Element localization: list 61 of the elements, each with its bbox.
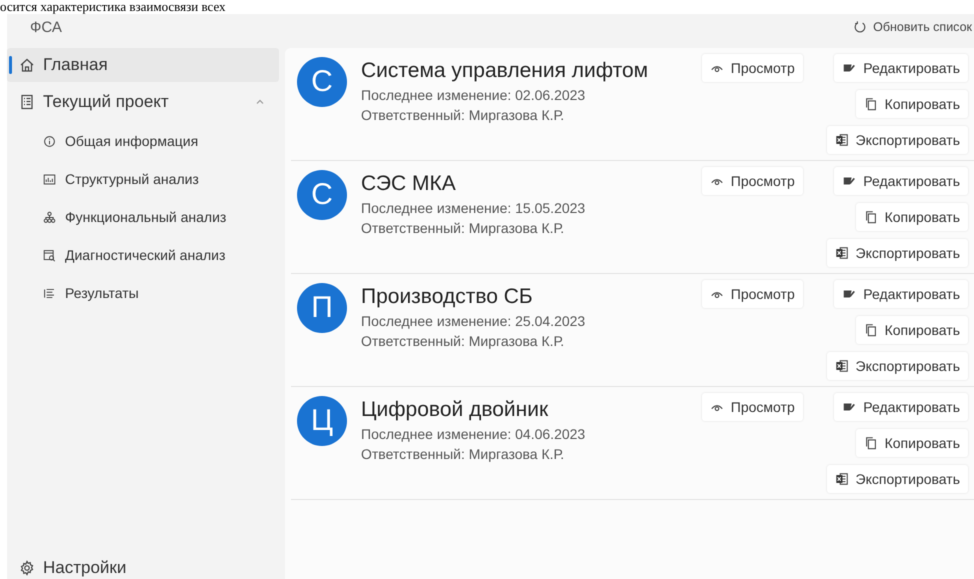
modified-date: Последнее изменение: 02.06.2023 xyxy=(361,87,586,103)
responsible-person: Ответственный: Миргазова К.Р. xyxy=(361,220,566,236)
edit-button[interactable]: Редактировать xyxy=(834,393,968,421)
modified-date: Последнее изменение: 25.04.2023 xyxy=(361,313,586,329)
view-button[interactable]: Просмотр xyxy=(702,54,803,82)
sidebar-subitem[interactable]: Диагностический анализ xyxy=(7,236,279,274)
sidebar-subitem[interactable]: Результаты xyxy=(7,274,279,312)
export-button[interactable]: Экспортировать xyxy=(826,126,968,154)
report-search-icon xyxy=(43,248,56,262)
selection-bar xyxy=(9,56,12,74)
responsible-person: Ответственный: Миргазова К.Р. xyxy=(361,333,566,349)
view-button[interactable]: Просмотр xyxy=(702,393,803,421)
export-button[interactable]: Экспортировать xyxy=(826,352,968,380)
modified-date: Последнее изменение: 04.06.2023 xyxy=(361,426,586,442)
spreadsheet-icon xyxy=(834,246,849,260)
settings-icon xyxy=(19,560,35,576)
spreadsheet-icon xyxy=(834,133,849,147)
responsible-person: Ответственный: Миргазова К.Р. xyxy=(361,107,566,123)
settings-item[interactable]: Настройки xyxy=(7,557,279,579)
sidebar-item[interactable]: Главная xyxy=(7,48,279,82)
copy-icon xyxy=(864,436,878,450)
project-name[interactable]: Производство СБ xyxy=(361,285,686,309)
responsible-person: Ответственный: Миргазова К.Р. xyxy=(361,446,566,462)
view-button[interactable]: Просмотр xyxy=(702,280,803,308)
project-avatar: С xyxy=(297,170,347,220)
refresh-button[interactable]: Обновить список xyxy=(853,20,974,34)
copy-icon xyxy=(864,97,878,111)
copy-button[interactable]: Копировать xyxy=(856,203,968,231)
sidebar-subitem[interactable]: Функциональный анализ xyxy=(7,198,279,236)
edit-button[interactable]: Редактировать xyxy=(834,54,968,82)
project-avatar: С xyxy=(297,57,347,107)
hierarchy-icon xyxy=(43,210,56,224)
copy-icon xyxy=(864,323,878,337)
modified-date: Последнее изменение: 15.05.2023 xyxy=(361,200,586,216)
project-avatar: П xyxy=(297,283,347,333)
edit-button[interactable]: Редактировать xyxy=(834,280,968,308)
sidebar-subitem[interactable]: Структурный анализ xyxy=(7,160,279,198)
app-title: ФСА xyxy=(29,18,62,36)
sidebar-subitem[interactable]: Общая информация xyxy=(7,122,279,160)
info-icon xyxy=(43,134,56,148)
view-button[interactable]: Просмотр xyxy=(702,167,803,195)
list-icon xyxy=(43,286,56,300)
home-icon xyxy=(19,57,35,73)
copy-icon xyxy=(864,210,878,224)
export-button[interactable]: Экспортировать xyxy=(826,465,968,493)
edit-button[interactable]: Редактировать xyxy=(834,167,968,195)
list-icon xyxy=(19,94,35,110)
project-name[interactable]: Цифровой двойник xyxy=(361,398,686,422)
spreadsheet-icon xyxy=(834,472,849,486)
document-text: осится характеристика взаимосвязи всех xyxy=(0,0,227,14)
sidebar-item[interactable]: Текущий проект xyxy=(7,85,279,119)
refresh-icon xyxy=(853,20,868,34)
export-button[interactable]: Экспортировать xyxy=(826,239,968,267)
copy-button[interactable]: Копировать xyxy=(856,316,968,344)
project-name[interactable]: СЭС МКА xyxy=(361,172,686,196)
chart-icon xyxy=(43,172,56,186)
copy-button[interactable]: Копировать xyxy=(856,429,968,457)
spreadsheet-icon xyxy=(834,359,849,373)
copy-button[interactable]: Копировать xyxy=(856,90,968,118)
project-avatar: Ц xyxy=(297,396,347,446)
project-name[interactable]: Система управления лифтом xyxy=(361,59,686,83)
